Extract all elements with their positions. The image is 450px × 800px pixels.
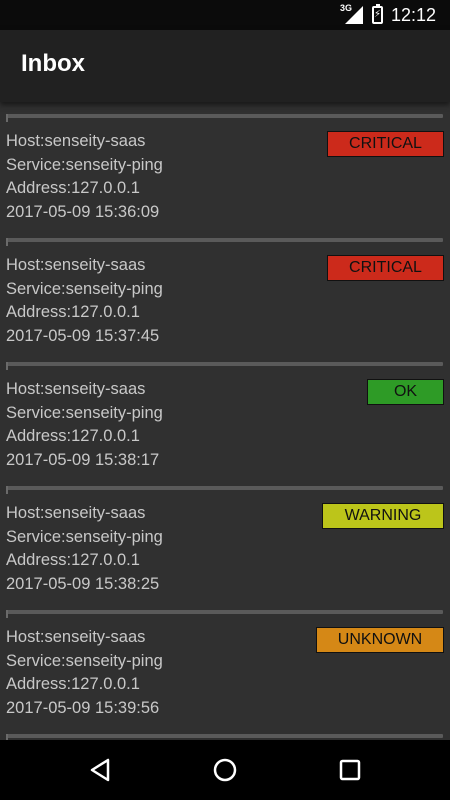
status-bar: 3G ⚡ 12:12 <box>0 0 450 30</box>
alert-item[interactable]: Host:senseity-saas Service:senseity-ping… <box>0 366 450 486</box>
system-nav-bar <box>0 740 450 800</box>
alert-host: Host:senseity-saas <box>6 628 146 646</box>
back-triangle-icon <box>90 758 110 782</box>
alert-details: Host:senseity-saas Service:senseity-ping… <box>6 130 163 224</box>
network-type-label: 3G <box>339 3 352 13</box>
status-badge: CRITICAL <box>327 255 444 281</box>
alert-host: Host:senseity-saas <box>6 380 146 398</box>
back-button[interactable] <box>55 740 145 800</box>
recents-button[interactable] <box>305 740 395 800</box>
app-toolbar: Inbox <box>0 30 450 102</box>
alert-address: Address:127.0.0.1 <box>6 675 140 693</box>
status-badge: CRITICAL <box>327 131 444 157</box>
alert-host: Host:senseity-saas <box>6 504 146 522</box>
alert-host: Host:senseity-saas <box>6 132 146 150</box>
status-icons: 3G ⚡ 12:12 <box>339 0 436 30</box>
alert-timestamp: 2017-05-09 15:36:09 <box>6 202 160 221</box>
alert-address: Address:127.0.0.1 <box>6 179 140 197</box>
status-badge: OK <box>367 379 444 405</box>
alert-details: Host:senseity-saas Service:senseity-ping… <box>6 502 163 596</box>
alert-address: Address:127.0.0.1 <box>6 303 140 321</box>
alert-item[interactable]: Host:senseity-saas Service:senseity-ping… <box>0 614 450 734</box>
alert-service: Service:senseity-ping <box>6 155 163 174</box>
alert-timestamp: 2017-05-09 15:38:17 <box>6 450 160 469</box>
page-title: Inbox <box>21 50 85 77</box>
alert-timestamp: 2017-05-09 15:37:45 <box>6 326 160 345</box>
screen: 3G ⚡ 12:12 Inbox Host:senseity-saas Serv… <box>0 0 450 800</box>
status-badge: WARNING <box>322 503 444 529</box>
list-divider <box>6 734 443 740</box>
clock: 12:12 <box>390 4 436 25</box>
cell-signal-icon: 3G <box>339 3 364 25</box>
alert-details: Host:senseity-saas Service:senseity-ping… <box>6 378 163 472</box>
alert-details: Host:senseity-saas Service:senseity-ping… <box>6 254 163 348</box>
alert-details: Host:senseity-saas Service:senseity-ping… <box>6 626 163 720</box>
alert-service: Service:senseity-ping <box>6 403 163 422</box>
alert-service: Service:senseity-ping <box>6 651 163 670</box>
alert-item[interactable]: Host:senseity-saas Service:senseity-ping… <box>0 242 450 362</box>
alert-address: Address:127.0.0.1 <box>6 427 140 445</box>
status-badge: UNKNOWN <box>316 627 444 653</box>
recents-square-icon <box>339 759 361 781</box>
battery-charging-icon: ⚡ <box>371 4 383 24</box>
alert-timestamp: 2017-05-09 15:39:56 <box>6 698 160 717</box>
alert-item[interactable]: Host:senseity-saas Service:senseity-ping… <box>0 490 450 610</box>
alert-list[interactable]: Host:senseity-saas Service:senseity-ping… <box>0 102 450 740</box>
alert-service: Service:senseity-ping <box>6 279 163 298</box>
alert-host: Host:senseity-saas <box>6 256 146 274</box>
home-circle-icon <box>213 758 237 782</box>
alert-timestamp: 2017-05-09 15:38:25 <box>6 574 160 593</box>
alert-address: Address:127.0.0.1 <box>6 551 140 569</box>
home-button[interactable] <box>180 740 270 800</box>
alert-service: Service:senseity-ping <box>6 527 163 546</box>
alert-item[interactable]: Host:senseity-saas Service:senseity-ping… <box>0 118 450 238</box>
